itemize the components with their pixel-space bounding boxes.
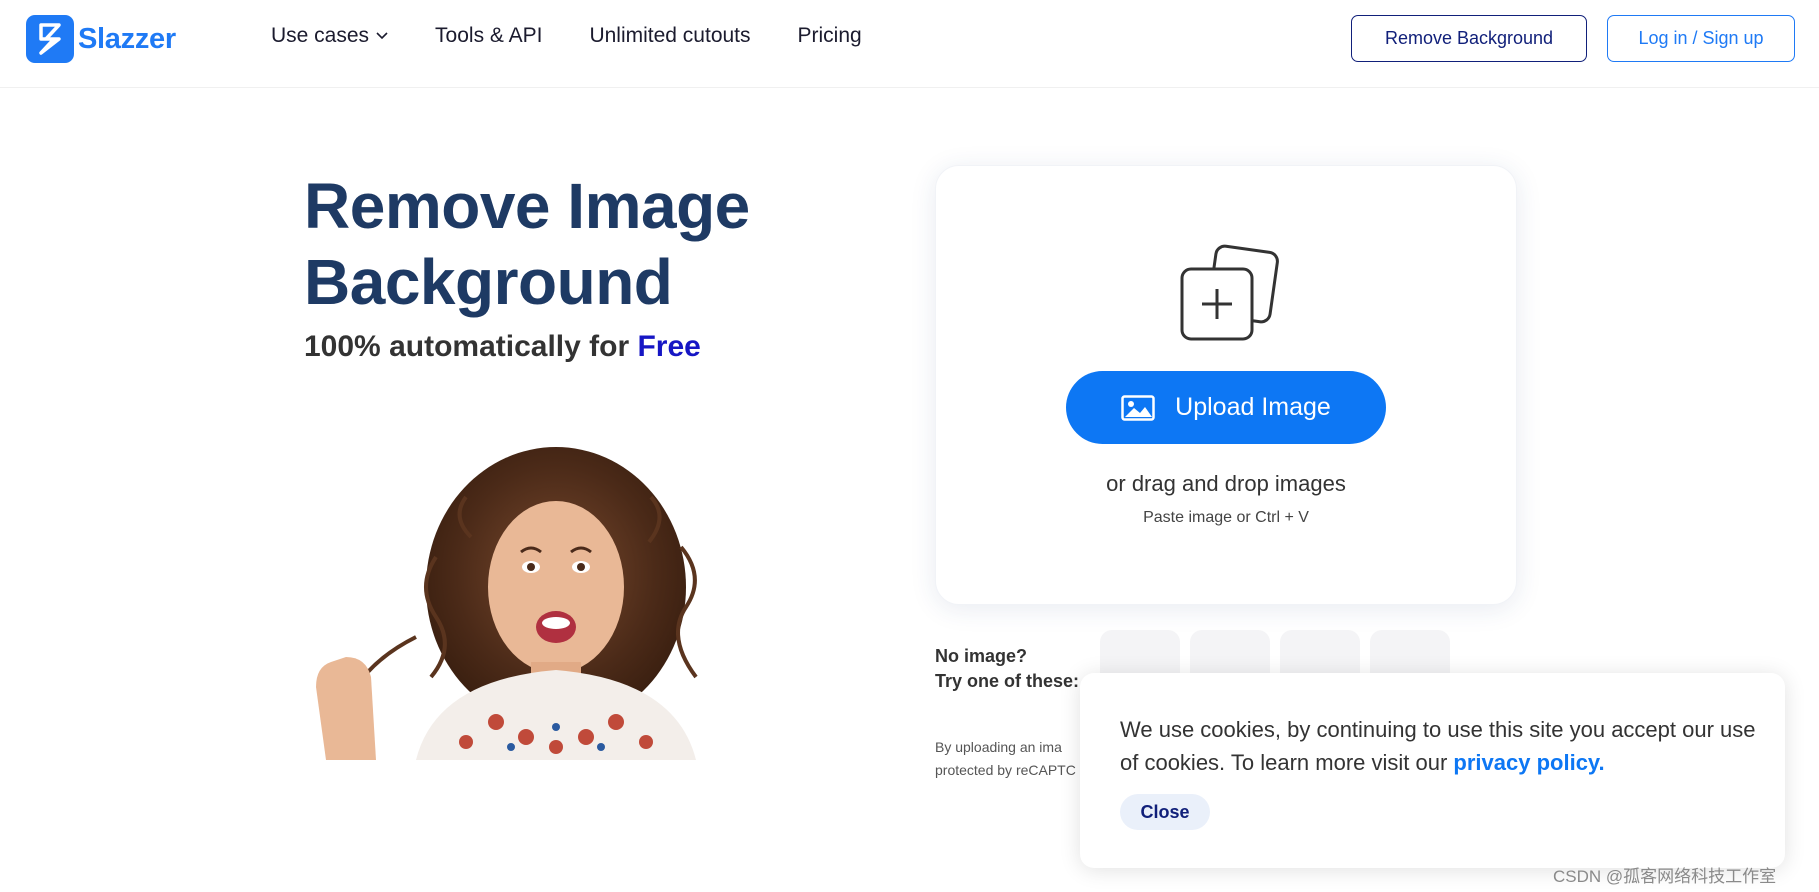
main-nav: Use cases Tools & API Unlimited cutouts … [271, 24, 909, 48]
hero-photo [306, 437, 776, 760]
logo-text: Slazzer [78, 22, 176, 55]
legal-line1: By uploading an ima [935, 739, 1062, 755]
legal-text: By uploading an ima protected by reCAPTC [935, 736, 1085, 782]
cookie-banner: We use cookies, by continuing to use thi… [1080, 673, 1785, 868]
hero-title-line1: Remove Image [304, 170, 750, 242]
privacy-policy-link[interactable]: privacy policy. [1453, 750, 1604, 775]
upload-image-button[interactable]: Upload Image [1066, 371, 1386, 444]
nav-pricing[interactable]: Pricing [798, 24, 862, 48]
cookie-message: We use cookies, by continuing to use thi… [1120, 713, 1760, 779]
image-icon [1121, 394, 1155, 421]
sample-prompt-line1: No image? [935, 646, 1028, 666]
remove-background-button[interactable]: Remove Background [1351, 15, 1587, 62]
upload-image-label: Upload Image [1175, 393, 1331, 421]
nav-unlimited-cutouts[interactable]: Unlimited cutouts [589, 24, 750, 48]
login-signup-button[interactable]: Log in / Sign up [1607, 15, 1795, 62]
add-images-icon [1180, 244, 1279, 341]
sample-prompt-line2: Try one of these: [935, 671, 1080, 691]
nav-use-cases[interactable]: Use cases [271, 24, 388, 48]
nav-unlimited-cutouts-label: Unlimited cutouts [589, 24, 751, 47]
top-header: Slazzer Use cases Tools & API Unlimited … [0, 0, 1819, 88]
nav-tools-api[interactable]: Tools & API [435, 24, 542, 48]
cookie-message-text: We use cookies, by continuing to use thi… [1120, 717, 1756, 775]
nav-pricing-label: Pricing [797, 24, 862, 47]
chevron-down-icon [376, 32, 388, 40]
upload-card[interactable]: Upload Image or drag and drop images Pas… [935, 165, 1517, 605]
hero-title-line2: Background [304, 246, 673, 318]
hero-title: Remove Image Background [304, 168, 750, 320]
hero-subtitle-text: 100% automatically for [304, 330, 630, 363]
hero-subtitle: 100% automatically for Free [304, 330, 701, 364]
slazzer-logo-icon [26, 15, 74, 63]
nav-use-cases-label: Use cases [271, 24, 370, 47]
logo[interactable]: Slazzer [26, 15, 176, 63]
drag-drop-text: or drag and drop images [1106, 471, 1346, 496]
cookie-close-button[interactable]: Close [1120, 794, 1210, 830]
watermark: CSDN @孤客网络科技工作室 [1553, 867, 1777, 886]
hero-subtitle-free: Free [637, 330, 701, 363]
paste-hint-text: Paste image or Ctrl + V [1143, 509, 1309, 526]
nav-tools-api-label: Tools & API [435, 24, 543, 47]
legal-line2: protected by reCAPTC [935, 762, 1076, 778]
sample-prompt: No image? Try one of these: [935, 644, 1079, 694]
